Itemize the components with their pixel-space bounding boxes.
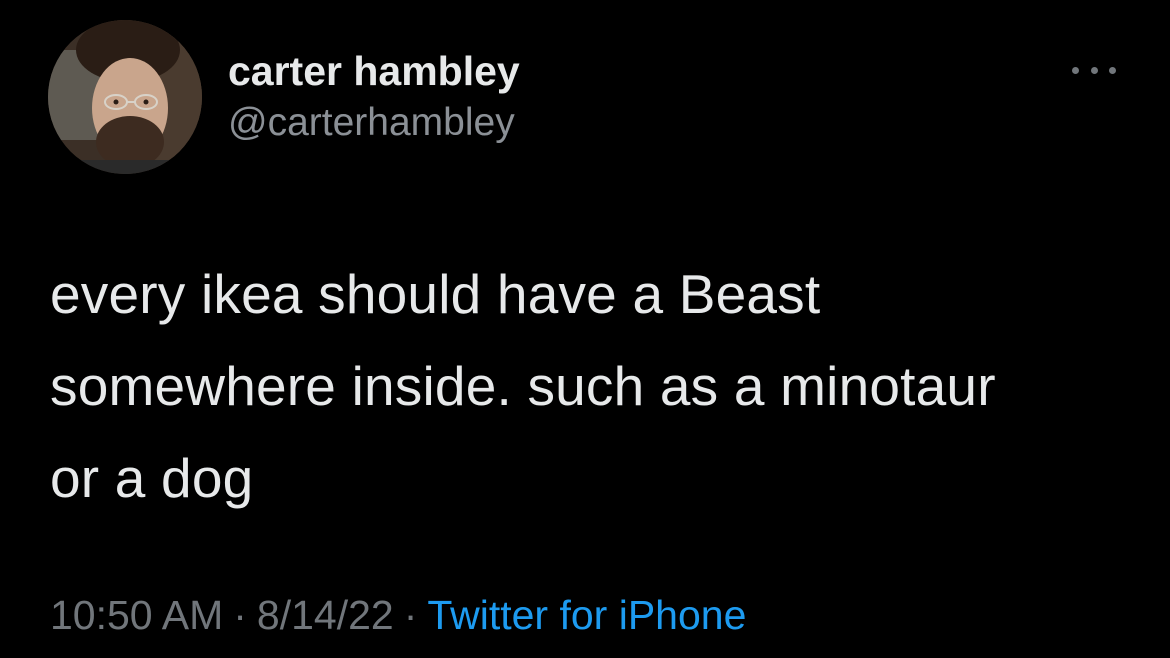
tweet-date[interactable]: 8/14/22 — [257, 592, 394, 638]
more-horizontal-icon — [1072, 66, 1079, 74]
avatar[interactable] — [48, 20, 202, 174]
tweet-card: carter hambley @carterhambley every ikea… — [0, 0, 1170, 658]
tweet-text-line: somewhere inside. such as a minotaur — [50, 355, 996, 417]
tweet-meta: 10:50 AM · 8/14/22 · Twitter for iPhone — [50, 590, 746, 640]
user-handle[interactable]: @carterhambley — [228, 100, 520, 146]
tweet-text-line: every ikea should have a Beast — [50, 263, 821, 325]
display-name[interactable]: carter hambley — [228, 48, 520, 94]
meta-separator: · — [233, 592, 247, 638]
tweet-source-link[interactable]: Twitter for iPhone — [427, 592, 746, 638]
author-block: carter hambley @carterhambley — [228, 48, 520, 146]
meta-separator: · — [403, 592, 418, 638]
more-horizontal-icon-dot — [1109, 66, 1116, 74]
more-options-button[interactable] — [1072, 58, 1116, 82]
tweet-text-line: or a dog — [50, 447, 254, 509]
avatar-photo — [48, 20, 202, 174]
more-horizontal-icon-dot — [1090, 66, 1098, 74]
tweet-text: every ikea should have a Beast somewhere… — [50, 248, 1130, 524]
tweet-time[interactable]: 10:50 AM — [50, 592, 223, 638]
